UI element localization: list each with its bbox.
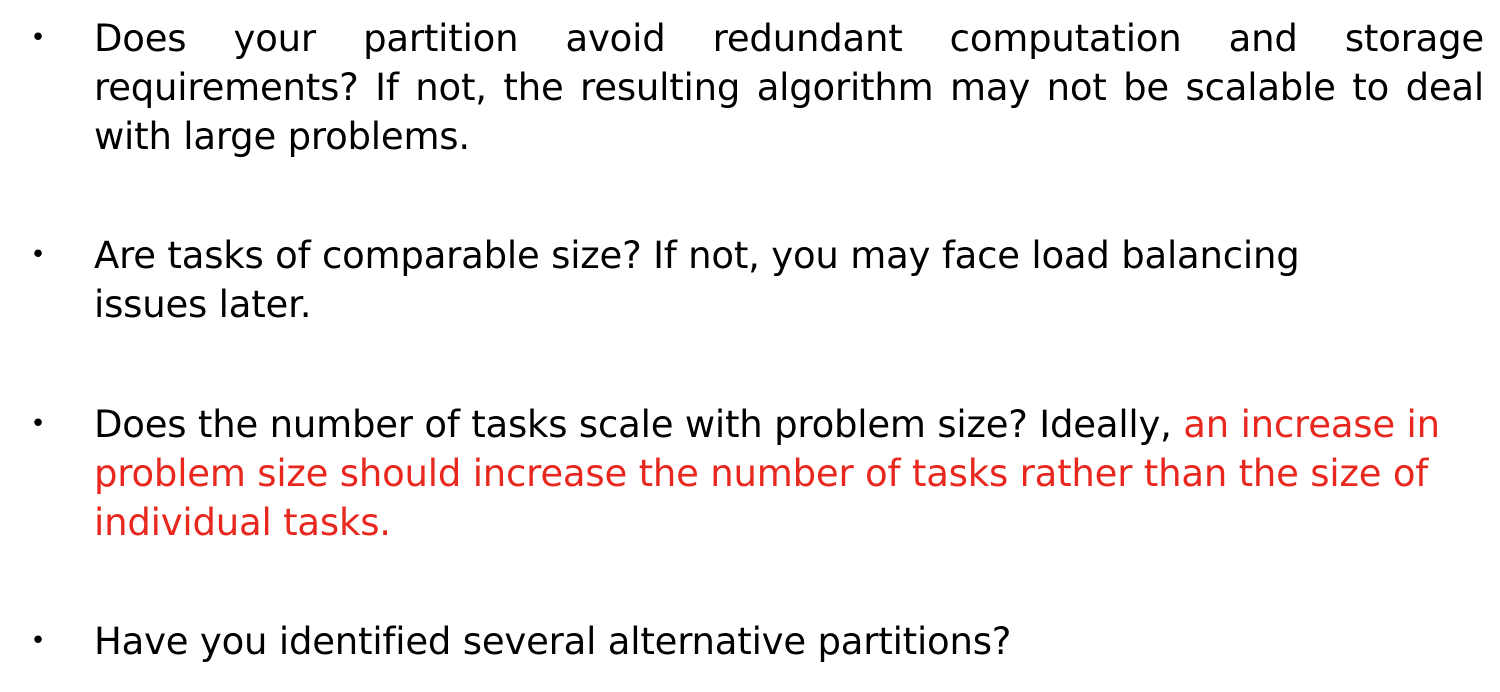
slide: • Does your partition avoid redundant co… xyxy=(0,0,1500,692)
bullet-marker: • xyxy=(30,626,46,656)
bullet-text: Does the number of tasks scale with prob… xyxy=(94,400,1469,547)
bullet-text: Are tasks of comparable size? If not, yo… xyxy=(94,234,1300,326)
bullet-text: Does your partition avoid redundant comp… xyxy=(94,17,1484,158)
bullet-marker: • xyxy=(30,23,46,53)
bullet-marker: • xyxy=(30,240,46,270)
bullet-text: Have you identified several alternative … xyxy=(94,620,1012,663)
bullet-marker: • xyxy=(30,409,46,439)
bullet-text-plain: Does the number of tasks scale with prob… xyxy=(94,403,1184,446)
